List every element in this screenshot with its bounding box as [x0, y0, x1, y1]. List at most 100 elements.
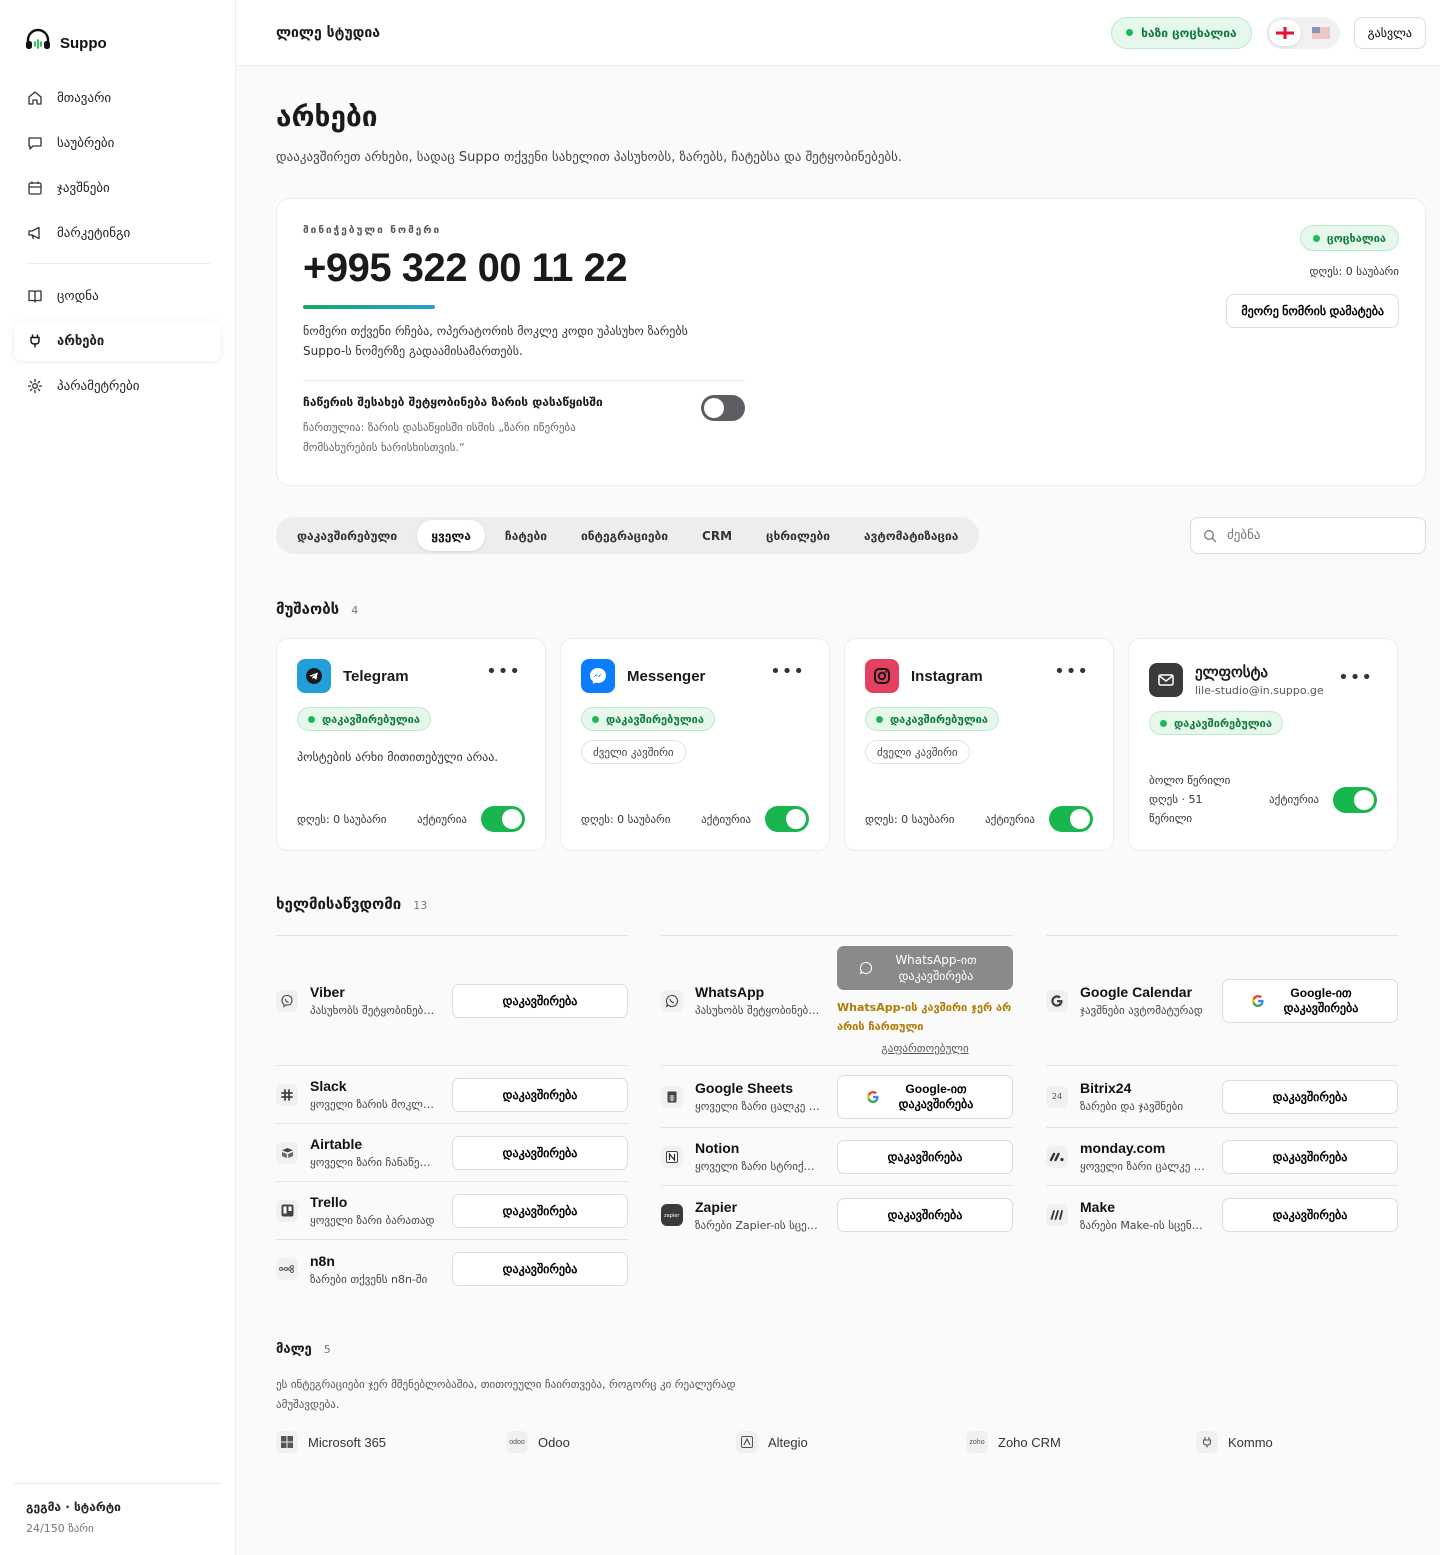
instagram-icon [865, 659, 899, 693]
number-status-badge: ცოცხალია [1299, 225, 1399, 251]
connect-button[interactable]: დაკავშირება [837, 1198, 1013, 1232]
more-menu-icon[interactable]: ••• [1338, 669, 1373, 687]
sidebar-item-label: მარკეტინგი [57, 225, 131, 241]
active-label: აქტიურია [417, 812, 467, 826]
whatsapp-connect-button[interactable]: WhatsApp-ით დაკავშირება [837, 946, 1013, 990]
legacy-connection-badge: ძველი კავშირი [581, 740, 686, 764]
active-label: აქტიურია [1269, 793, 1319, 806]
notion-icon [661, 1145, 683, 1168]
integration-row-viber: Viber პასუხობს შეტყობინებებს დაკავშირება [276, 936, 628, 1066]
connect-button[interactable]: დაკავშირება [452, 1252, 628, 1286]
sidebar-item-channels[interactable]: არხები [14, 321, 221, 361]
integration-row-zapier: zapier Zapier ზარები Zapier-ის სცენარებში… [661, 1186, 1013, 1244]
channel-note: პოსტების არხი მითითებული არაა. [297, 750, 499, 764]
logout-button[interactable]: გასვლა [1353, 16, 1426, 49]
sidebar-item-conversations[interactable]: საუბრები [14, 123, 221, 163]
flag-usa-icon[interactable] [1305, 20, 1337, 46]
integration-row-trello: Trello ყოველი ზარი ბარათად დაკავშირება [276, 1182, 628, 1240]
channel-card-messenger: Messenger ••• დაკავშირებულია ძველი კავში… [560, 638, 830, 851]
integration-desc: ყოველი ზარი ცალკე ელემენტად [1080, 1160, 1208, 1173]
zapier-icon: zapier [661, 1204, 683, 1226]
kommo-icon [1196, 1431, 1218, 1453]
tab-integrations[interactable]: ინტეგრაციები [567, 520, 682, 551]
add-second-number-button[interactable]: მეორე ნომრის დამატება [1226, 294, 1399, 328]
flag-georgia-icon[interactable] [1268, 19, 1301, 46]
tab-automation[interactable]: ავტომატიზაცია [850, 520, 972, 551]
connect-button[interactable]: დაკავშირება [1222, 1139, 1398, 1174]
tab-connected[interactable]: დაკავშირებული [283, 520, 411, 551]
tab-spreadsheets[interactable]: ცხრილები [752, 520, 844, 551]
integration-row-n8n: n8n ზარები თქვენს n8n-ში დაკავშირება [276, 1240, 628, 1298]
soon-item-name: Kommo [1228, 1434, 1273, 1450]
sidebar-item-label: პარამეტრები [57, 378, 140, 394]
integration-desc: ყოველი ზარი ჩანაწერად [310, 1156, 438, 1169]
connect-button[interactable]: დაკავშირება [837, 1139, 1013, 1174]
plug-icon [30, 334, 40, 348]
sidebar-item-knowledge[interactable]: ცოდნა [14, 276, 221, 316]
google-connect-button[interactable]: Google-ით დაკავშირება [837, 1074, 1013, 1119]
connected-label: დაკავშირებულია [606, 712, 704, 726]
tab-crm[interactable]: CRM [688, 520, 746, 551]
active-toggle[interactable] [481, 806, 525, 832]
connect-button[interactable]: დაკავშირება [1222, 1079, 1398, 1114]
status-dot-icon [1126, 29, 1134, 36]
gear-icon [27, 378, 43, 394]
brand[interactable]: Suppo [0, 0, 235, 64]
bitrix-icon: 24 [1046, 1085, 1068, 1108]
active-toggle[interactable] [765, 806, 809, 832]
sidebar-item-settings[interactable]: პარამეტრები [14, 366, 221, 406]
sidebar-item-label: ჯავშნები [57, 180, 110, 196]
altegio-icon [736, 1431, 758, 1453]
integration-desc: ყოველი ზარი ცალკე სტრიქონად [695, 1100, 823, 1113]
soon-item-microsoft365: Microsoft 365 [276, 1431, 506, 1453]
connect-button[interactable]: დაკავშირება [452, 1077, 628, 1112]
google-connect-label: Google-ით დაკავშირება [1283, 985, 1359, 1015]
connect-button[interactable]: დაკავშირება [1222, 1198, 1398, 1232]
active-toggle[interactable] [1333, 786, 1377, 813]
sidebar-item-home[interactable]: მთავარი [14, 78, 221, 118]
book-icon [28, 290, 42, 303]
connected-label: დაკავშირებულია [1174, 716, 1272, 730]
working-section-title: მუშაობს [276, 600, 340, 618]
search-input[interactable] [1227, 528, 1407, 543]
google-connect-button[interactable]: Google-ით დაკავშირება [1222, 978, 1398, 1023]
plan-name: გეგმა · სტარტი [26, 1500, 121, 1514]
integration-name: WhatsApp [695, 984, 765, 1000]
connect-button[interactable]: დაკავშირება [452, 983, 628, 1018]
integration-row-monday: monday.com ყოველი ზარი ცალკე ელემენტად და… [1046, 1128, 1398, 1186]
tab-chats[interactable]: ჩატები [491, 520, 561, 551]
advanced-link[interactable]: გაფართოებული [837, 1042, 1013, 1055]
more-menu-icon[interactable]: ••• [770, 663, 805, 681]
connect-button[interactable]: დაკავშირება [452, 1135, 628, 1170]
active-label: აქტიურია [701, 812, 751, 826]
active-toggle[interactable] [1049, 806, 1093, 832]
sidebar-item-marketing[interactable]: მარკეტინგი [14, 213, 221, 253]
more-menu-icon[interactable]: ••• [1054, 663, 1089, 681]
connect-button[interactable]: დაკავშირება [452, 1193, 628, 1228]
integration-name: Trello [310, 1194, 348, 1210]
main: ლილე სტუდია ხაზი ცოცხალია გასვლა არხები … [236, 0, 1440, 1555]
channel-name: Instagram [911, 667, 983, 685]
number-today: დღეს: 0 საუბარი [1309, 265, 1399, 278]
sidebar-divider [26, 263, 210, 264]
integration-row-notion: Notion ყოველი ზარი სტრიქონად დაკავშირება [661, 1128, 1013, 1186]
sidebar-item-bookings[interactable]: ჯავშნები [14, 168, 221, 208]
tab-all[interactable]: ყველა [417, 520, 485, 551]
microsoft-icon [276, 1431, 298, 1453]
working-count: 4 [351, 604, 359, 617]
sidebar-item-label: არხები [57, 333, 105, 349]
plan-info: გეგმა · სტარტი 24/150 ზარი [14, 1483, 221, 1535]
whatsapp-connect-label: WhatsApp-ით დაკავშირება [895, 953, 977, 983]
integration-row-bitrix24: 24 Bitrix24 ზარები და ჯავშნები დაკავშირებ… [1046, 1066, 1398, 1128]
connected-badge: დაკავშირებულია [581, 707, 715, 731]
channel-today: დღეს: 0 საუბარი [865, 812, 955, 826]
channel-card-telegram: Telegram ••• დაკავშირებულია პოსტების არხ… [276, 638, 546, 851]
working-channels: Telegram ••• დაკავშირებულია პოსტების არხ… [276, 638, 1426, 851]
recording-toggle[interactable] [701, 395, 745, 421]
more-menu-icon[interactable]: ••• [486, 663, 521, 681]
soon-description: ეს ინტეგრაციები ჯერ მშენებლობაშია, თითოე… [276, 1378, 736, 1411]
sidebar-item-label: მთავარი [57, 90, 112, 106]
channel-name: Telegram [343, 667, 409, 685]
connected-badge: დაკავშირებულია [297, 707, 431, 731]
sidebar-nav: მთავარი საუბრები ჯავშნები მარკეტინგი ცოდ… [0, 64, 235, 406]
